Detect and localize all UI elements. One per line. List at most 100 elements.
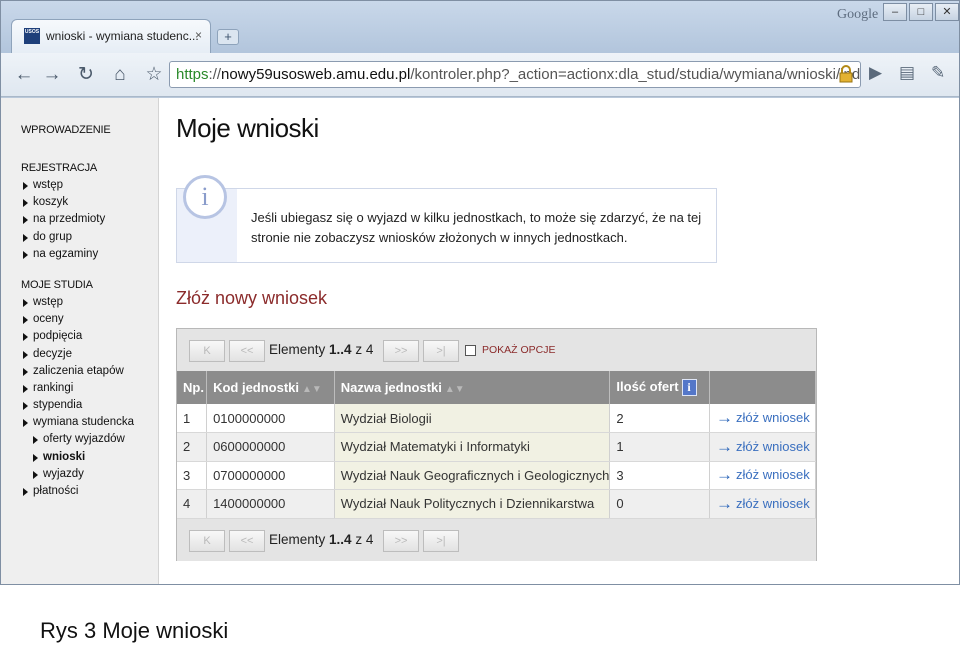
sidebar-item-registration-intro[interactable]: wstęp <box>21 177 158 194</box>
cell-code: 1400000000 <box>206 489 335 519</box>
submit-application-link[interactable]: złóż wniosek <box>736 439 810 454</box>
bookmark-star-icon[interactable]: ☆ <box>141 63 167 87</box>
pager-top: K << Elementy 1..4 z 4 >> >| POKAŻ OPCJE <box>177 329 816 371</box>
section-title: Złóż nowy wniosek <box>176 288 328 308</box>
sidebar-item-label: do grup <box>33 230 73 243</box>
next-page-button[interactable]: >> <box>383 530 419 552</box>
first-page-button[interactable]: K <box>189 340 225 362</box>
cell-code: 0100000000 <box>206 404 335 433</box>
cell-action: → złóż wniosek <box>709 432 816 462</box>
sidebar-item-scholarships[interactable]: stypendia <box>21 397 158 414</box>
cell-name: Wydział Nauk Politycznych i Dziennikarst… <box>334 489 611 519</box>
submit-application-link[interactable]: złóż wniosek <box>736 496 810 511</box>
sidebar-item-grades[interactable]: oceny <box>21 311 158 328</box>
triangle-right-icon <box>23 402 28 411</box>
wrench-icon[interactable]: ✎ <box>931 63 945 83</box>
sidebar-item-label: wyjazdy <box>43 467 84 480</box>
arrow-right-icon: → <box>716 465 733 485</box>
first-page-button[interactable]: K <box>189 530 225 552</box>
play-arrow-icon[interactable]: ▶ <box>869 63 882 83</box>
sidebar-item-assignments[interactable]: podpięcia <box>21 328 158 345</box>
sidebar-item-label: zaliczenia etapów <box>33 364 124 377</box>
cell-no: 1 <box>177 404 208 433</box>
info-box: i Jeśli ubiegasz się o wyjazd w kilku je… <box>176 175 717 263</box>
header-label: Ilość ofert <box>616 378 679 394</box>
triangle-right-icon <box>33 436 38 445</box>
last-page-button[interactable]: >| <box>423 340 459 362</box>
browser-tab[interactable]: USOS wnioski - wymiana studenc... × <box>11 19 211 53</box>
arrow-right-icon: → <box>716 493 733 513</box>
prev-page-button[interactable]: << <box>229 340 265 362</box>
submit-application-link[interactable]: złóż wniosek <box>736 410 810 425</box>
sidebar-item-courses[interactable]: na przedmioty <box>21 211 158 228</box>
show-options-label[interactable]: POKAŻ OPCJE <box>482 344 556 356</box>
sidebar-item-exams[interactable]: na egzaminy <box>21 246 158 263</box>
sort-arrows-icon[interactable]: ▲▼ <box>445 384 465 395</box>
sidebar-item-intro[interactable]: WPROWADZENIE <box>21 124 158 136</box>
sort-arrows-icon[interactable]: ▲▼ <box>302 384 322 395</box>
table-header-row: Np. Kod jednostki ▲▼ Nazwa jednostki ▲▼ Il… <box>177 371 816 404</box>
forward-arrow-icon[interactable]: → <box>39 63 65 87</box>
sidebar-item-exchange-offers[interactable]: oferty wyjazdów <box>21 431 158 448</box>
sidebar-heading-registration[interactable]: REJESTRACJA <box>21 162 158 174</box>
home-icon[interactable]: ⌂ <box>107 63 133 87</box>
sidebar-heading-my-studies[interactable]: MOJE STUDIA <box>21 279 158 291</box>
pager-bottom: K << Elementy 1..4 z 4 >> >| <box>177 519 816 561</box>
show-options-checkbox[interactable] <box>465 345 476 356</box>
cell-no: 2 <box>177 432 208 462</box>
pager-count: Elementy 1..4 z 4 <box>269 342 373 357</box>
sidebar-item-stage-credits[interactable]: zaliczenia etapów <box>21 363 158 380</box>
page-menu-icon[interactable]: ▤ <box>899 63 915 83</box>
column-header-name[interactable]: Nazwa jednostki ▲▼ <box>334 371 611 404</box>
sidebar: WPROWADZENIE REJESTRACJA wstęp koszyk na… <box>1 98 159 584</box>
cell-name: Wydział Biologii <box>334 404 611 433</box>
reload-icon[interactable]: ↻ <box>73 63 99 87</box>
sidebar-item-groups[interactable]: do grup <box>21 229 158 246</box>
arrow-right-icon: → <box>716 436 733 456</box>
submit-application-link[interactable]: złóż wniosek <box>736 467 810 482</box>
sidebar-registration-section: REJESTRACJA wstęp koszyk na przedmioty d… <box>21 162 158 263</box>
triangle-right-icon <box>23 333 28 342</box>
cell-code: 0600000000 <box>206 432 335 462</box>
units-table: Np. Kod jednostki ▲▼ Nazwa jednostki ▲▼ Il… <box>177 371 816 519</box>
page-title: Moje wnioski <box>176 113 319 143</box>
sidebar-item-label: na przedmioty <box>33 213 106 226</box>
lock-icon <box>839 65 853 83</box>
close-window-button[interactable]: ✕ <box>935 3 959 21</box>
figure-caption: Rys 3 Moje wnioski <box>40 618 229 643</box>
pager-label: Elementy <box>269 342 326 357</box>
cell-no: 4 <box>177 489 208 519</box>
cell-action: → złóż wniosek <box>709 404 816 433</box>
url-domain: nowy59usosweb.amu.edu.pl <box>221 66 411 83</box>
usos-favicon-icon: USOS <box>24 28 40 44</box>
table-row: 2 0600000000 Wydział Matematyki i Inform… <box>177 432 816 462</box>
browser-toolbar: ← → ↻ ⌂ ☆ https://nowy59usosweb.amu.edu.… <box>1 53 959 97</box>
tab-close-icon[interactable]: × <box>195 28 202 42</box>
info-message: Jeśli ubiegasz się o wyjazd w kilku jedn… <box>251 210 702 245</box>
sidebar-item-label: płatności <box>33 485 79 497</box>
sidebar-item-label: wstęp <box>33 295 64 308</box>
address-bar[interactable]: https://nowy59usosweb.amu.edu.pl/kontrol… <box>169 61 861 88</box>
maximize-button[interactable]: □ <box>909 3 933 21</box>
sidebar-item-payments[interactable]: płatności <box>21 483 158 500</box>
sidebar-item-label: na egzaminy <box>33 247 99 260</box>
triangle-right-icon <box>23 419 28 428</box>
new-tab-button[interactable]: + <box>217 29 239 45</box>
back-arrow-icon[interactable]: ← <box>11 63 37 87</box>
sidebar-item-student-exchange[interactable]: wymiana studencka <box>21 414 158 431</box>
sidebar-item-decisions[interactable]: decyzje <box>21 346 158 363</box>
column-header-code[interactable]: Kod jednostki ▲▼ <box>206 371 335 404</box>
info-icon[interactable]: i <box>681 379 697 397</box>
cell-name: Wydział Matematyki i Informatyki <box>334 432 611 462</box>
sidebar-item-departures[interactable]: wyjazdy <box>21 466 158 483</box>
next-page-button[interactable]: >> <box>383 340 419 362</box>
header-label: Nazwa jednostki <box>340 380 442 395</box>
sidebar-item-label: stypendia <box>33 399 83 412</box>
sidebar-item-rankings[interactable]: rankingi <box>21 380 158 397</box>
prev-page-button[interactable]: << <box>229 530 265 552</box>
sidebar-item-applications[interactable]: wnioski <box>21 449 158 466</box>
minimize-button[interactable]: – <box>883 3 907 21</box>
last-page-button[interactable]: >| <box>423 530 459 552</box>
sidebar-item-cart[interactable]: koszyk <box>21 194 158 211</box>
sidebar-item-studies-intro[interactable]: wstęp <box>21 294 158 311</box>
